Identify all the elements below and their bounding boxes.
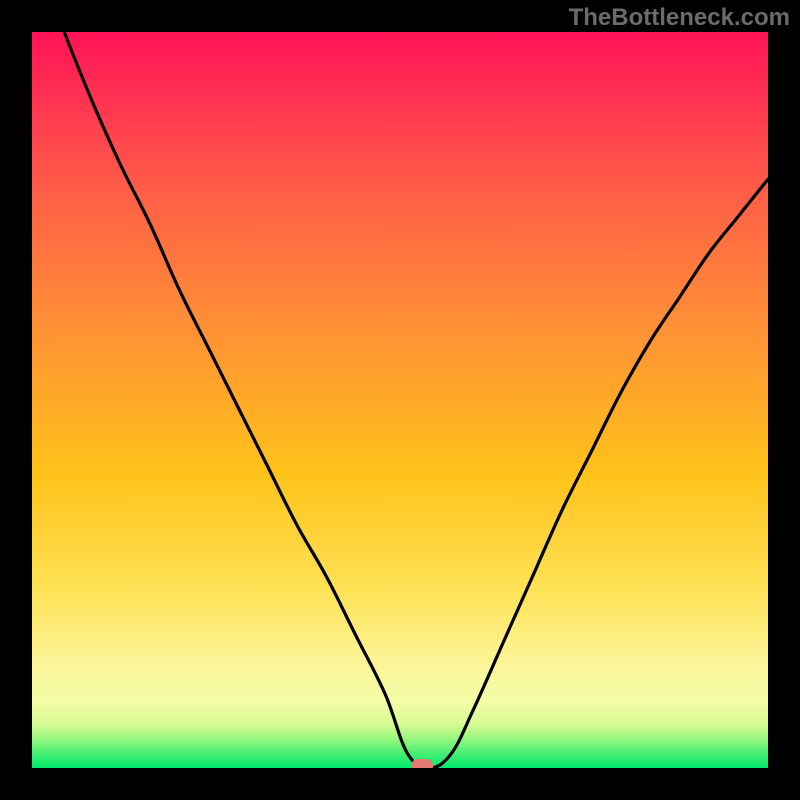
bottleneck-chart xyxy=(32,32,768,768)
gradient-background xyxy=(32,32,768,768)
chart-frame: TheBottleneck.com xyxy=(0,0,800,800)
plot-area xyxy=(32,32,768,768)
optimal-point-marker xyxy=(411,759,433,768)
watermark-text: TheBottleneck.com xyxy=(569,4,790,32)
